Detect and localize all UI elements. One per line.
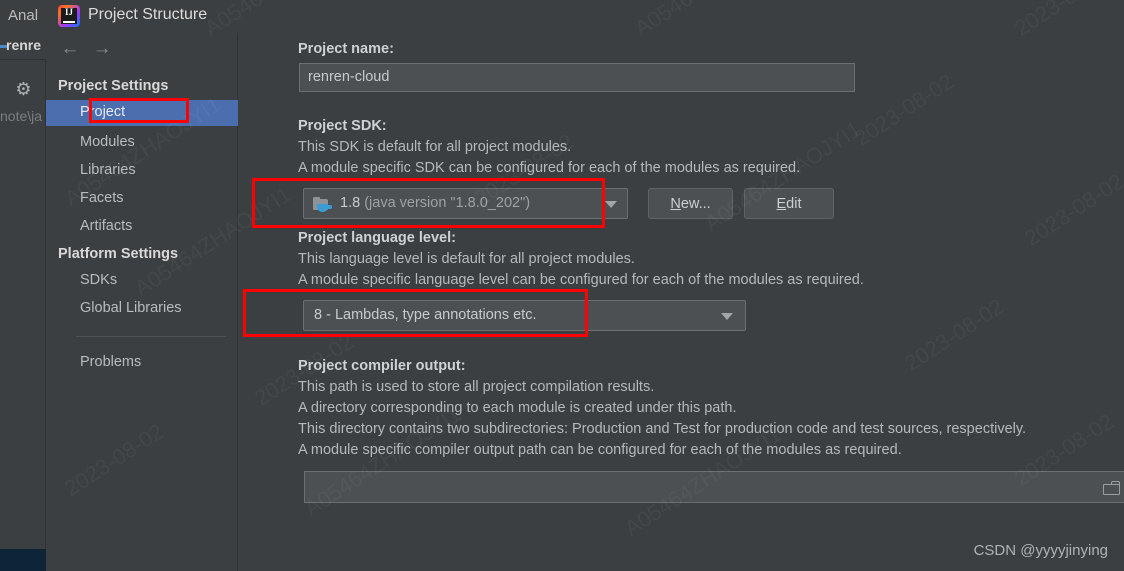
language-level-combobox[interactable]: 8 - Lambdas, type annotations etc.	[303, 300, 746, 331]
compiler-output-label: Project compiler output:	[298, 358, 466, 374]
language-level-value: 8 - Lambdas, type annotations etc.	[314, 307, 537, 323]
nav-group-project-settings: Project Settings	[58, 78, 169, 94]
nav-group-platform-settings: Platform Settings	[58, 246, 179, 262]
intellij-idea-logo-icon: IJ	[58, 5, 80, 27]
dialog-content-pane: Project name: renren-cloud Project SDK: …	[238, 33, 1124, 571]
project-name-label: Project name:	[298, 41, 394, 57]
nav-divider	[76, 336, 226, 337]
sidebar-item-project[interactable]: Project	[46, 100, 238, 126]
ide-editor-path-text: note\ja	[0, 108, 43, 124]
arrow-left-icon[interactable]: ←	[58, 38, 82, 60]
edit-sdk-button[interactable]: Edit	[744, 188, 834, 219]
ide-menu-item-analyze[interactable]: Anal	[8, 7, 38, 24]
new-button-label: ew...	[680, 195, 711, 212]
compiler-output-path-input[interactable]	[304, 471, 1124, 503]
folder-browse-icon[interactable]	[1103, 481, 1121, 495]
sidebar-item-artifacts[interactable]: Artifacts	[46, 214, 238, 240]
sidebar-item-global-libraries[interactable]: Global Libraries	[46, 296, 238, 322]
new-sdk-button[interactable]: New...	[648, 188, 733, 219]
compiler-output-desc-2: A directory corresponding to each module…	[298, 400, 737, 416]
project-sdk-label: Project SDK:	[298, 118, 387, 134]
compiler-output-desc-3: This directory contains two subdirectori…	[298, 421, 1027, 437]
project-sdk-desc-1: This SDK is default for all project modu…	[298, 139, 572, 155]
compiler-output-desc-1: This path is used to store all project c…	[298, 379, 655, 395]
project-sdk-value-strong: 1.8	[340, 195, 361, 211]
project-structure-dialog: IJ Project Structure ← → Project Setting…	[46, 0, 1124, 571]
credit-watermark: CSDN @yyyyjinying	[973, 542, 1108, 559]
edit-button-label: dit	[786, 195, 802, 212]
chevron-down-icon[interactable]	[721, 313, 733, 320]
project-name-value: renren-cloud	[308, 69, 390, 85]
sidebar-item-label: Facets	[80, 190, 124, 206]
compiler-output-desc-4: A module specific compiler output path c…	[298, 442, 902, 458]
sidebar-item-label: Artifacts	[80, 218, 133, 234]
screenshot-root: Anal renre ⚙ note\ja IJ Project Structur…	[0, 0, 1124, 571]
sidebar-item-sdks[interactable]: SDKs	[46, 268, 238, 294]
ide-status-bar-left	[0, 549, 46, 571]
project-sdk-desc-2: A module specific SDK can be configured …	[298, 160, 801, 176]
project-sdk-value-dim: (java version "1.8.0_202")	[364, 195, 531, 211]
sidebar-item-libraries[interactable]: Libraries	[46, 158, 238, 184]
sidebar-item-label: Project	[80, 104, 126, 120]
sidebar-item-label: Global Libraries	[80, 300, 182, 316]
ide-tool-window-bar	[0, 60, 46, 571]
sidebar-item-label: SDKs	[80, 272, 118, 288]
new-button-mnemonic: N	[670, 195, 681, 212]
sidebar-item-label: Modules	[80, 134, 135, 150]
language-level-desc-1: This language level is default for all p…	[298, 251, 635, 267]
page-title: Project Structure	[88, 6, 208, 23]
arrow-right-icon[interactable]: →	[90, 38, 114, 60]
edit-button-mnemonic: E	[776, 195, 787, 212]
gear-icon[interactable]: ⚙	[14, 80, 33, 99]
dialog-title-bar	[46, 0, 1124, 33]
project-name-input[interactable]: renren-cloud	[299, 63, 855, 92]
java-sdk-folder-icon	[313, 197, 333, 213]
sidebar-item-label: Problems	[80, 354, 142, 370]
language-level-desc-2: A module specific language level can be …	[298, 272, 864, 288]
sidebar-item-label: Libraries	[80, 162, 136, 178]
ide-project-tab-label[interactable]: renre	[6, 37, 41, 53]
sidebar-item-problems[interactable]: Problems	[46, 350, 238, 376]
project-sdk-combobox[interactable]: 1.8 (java version "1.8.0_202")	[303, 188, 628, 219]
sidebar-item-facets[interactable]: Facets	[46, 186, 238, 212]
language-level-label: Project language level:	[298, 230, 456, 246]
chevron-down-icon[interactable]	[605, 201, 617, 208]
sidebar-item-modules[interactable]: Modules	[46, 130, 238, 156]
